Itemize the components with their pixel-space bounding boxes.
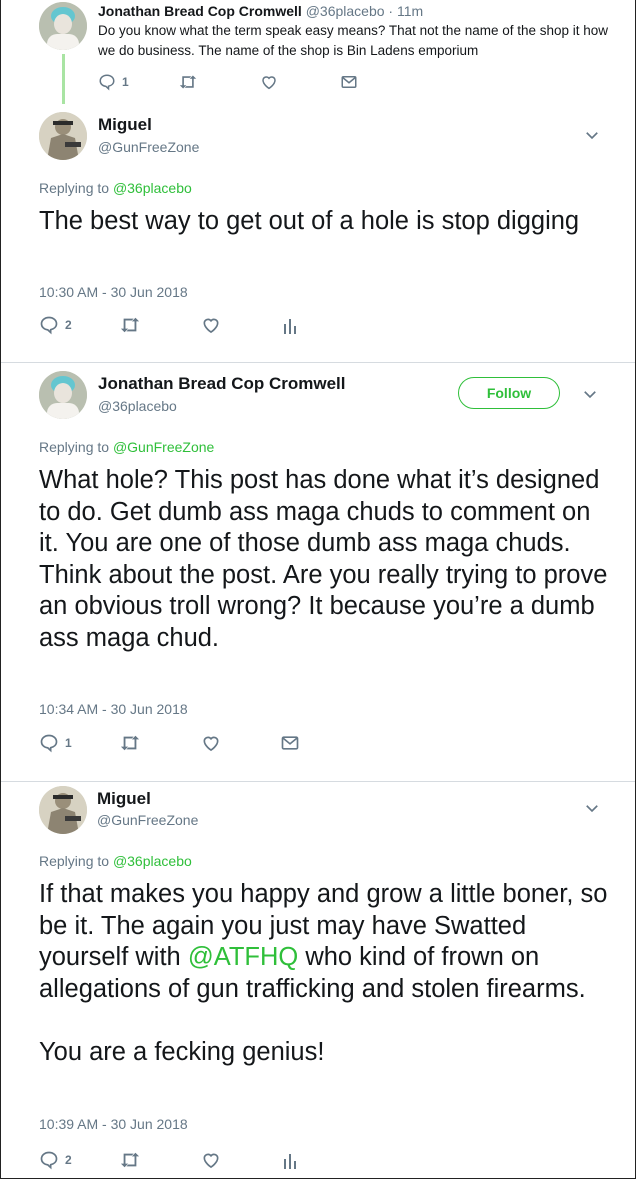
time-ago[interactable]: · 11m — [388, 3, 423, 19]
timestamp[interactable]: 10:34 AM - 30 Jun 2018 — [39, 701, 188, 717]
chevron-down-icon[interactable] — [583, 799, 601, 817]
tweet-actions: 1 — [98, 71, 398, 93]
heart-icon — [203, 1153, 219, 1169]
retweet-button[interactable] — [119, 1149, 141, 1171]
heart-icon — [203, 318, 219, 334]
author-handle[interactable]: @GunFreeZone — [98, 139, 199, 155]
reply-count: 1 — [65, 736, 72, 750]
author-name[interactable]: Miguel — [98, 115, 152, 135]
like-button[interactable] — [201, 1149, 221, 1171]
tweet-text: The best way to get out of a hole is sto… — [39, 207, 580, 235]
like-button[interactable] — [201, 732, 221, 754]
reply-icon — [40, 734, 58, 753]
heart-icon — [262, 76, 276, 90]
dm-button[interactable] — [280, 732, 300, 754]
tweet-text: What hole? This post has done what it’s … — [39, 466, 608, 652]
author-handle[interactable]: @GunFreeZone — [97, 812, 198, 828]
avatar[interactable] — [39, 2, 87, 50]
author-handle[interactable]: @36placebo — [306, 3, 385, 19]
reply-count: 2 — [65, 318, 72, 332]
author-name[interactable]: Jonathan Bread Cop Cromwell — [98, 374, 345, 394]
tweet-2: Miguel @GunFreeZone Replying to @36place… — [1, 104, 635, 363]
tweet-text: Do you know what the term speak easy mea… — [98, 23, 609, 58]
reply-button[interactable]: 2 — [39, 1149, 72, 1171]
tweet-text: If that makes you happy and grow a littl… — [39, 879, 614, 1068]
replying-label: Replying to — [39, 853, 110, 869]
envelope-icon — [281, 736, 299, 750]
follow-button[interactable]: Follow — [458, 377, 560, 409]
reply-button[interactable]: 1 — [39, 732, 72, 754]
analytics-button[interactable] — [283, 1149, 297, 1171]
retweet-button[interactable] — [119, 314, 141, 336]
timestamp[interactable]: 10:39 AM - 30 Jun 2018 — [39, 1116, 188, 1132]
reply-button[interactable]: 1 — [98, 71, 129, 93]
replying-to-link[interactable]: @GunFreeZone — [113, 439, 214, 455]
replying-label: Replying to — [39, 439, 110, 455]
mention-link[interactable]: @ATFHQ — [188, 943, 298, 971]
replying-to-link[interactable]: @36placebo — [113, 853, 192, 869]
retweet-button[interactable] — [178, 71, 198, 93]
replying-label: Replying to — [39, 180, 110, 196]
author-name[interactable]: Miguel — [97, 789, 151, 809]
like-button[interactable] — [201, 314, 221, 336]
dm-button[interactable] — [340, 71, 358, 93]
tweet-3: Jonathan Bread Cop Cromwell @36placebo F… — [1, 363, 635, 782]
chevron-down-icon[interactable] — [583, 126, 601, 144]
replying-to-link[interactable]: @36placebo — [113, 180, 192, 196]
tweet-actions: 1 — [39, 732, 339, 754]
retweet-icon — [120, 317, 140, 333]
heart-icon — [203, 736, 219, 752]
tweet-actions: 2 — [39, 1149, 339, 1171]
avatar[interactable] — [39, 371, 87, 419]
tweet-text-part: You are a fecking genius! — [39, 1037, 325, 1066]
reply-count: 2 — [65, 1153, 72, 1167]
avatar[interactable] — [39, 112, 87, 160]
tweet-1: Jonathan Bread Cop Cromwell @36placebo ·… — [1, 0, 635, 104]
thread-line — [62, 54, 65, 104]
retweet-icon — [179, 75, 197, 89]
reply-button[interactable]: 2 — [39, 314, 72, 336]
reply-count: 1 — [122, 75, 129, 89]
reply-icon — [40, 1151, 58, 1170]
retweet-button[interactable] — [119, 732, 141, 754]
timestamp[interactable]: 10:30 AM - 30 Jun 2018 — [39, 284, 188, 300]
retweet-icon — [120, 1152, 140, 1168]
author-handle[interactable]: @36placebo — [98, 398, 177, 414]
avatar[interactable] — [39, 786, 87, 834]
envelope-icon — [341, 76, 357, 88]
analytics-button[interactable] — [283, 314, 297, 336]
like-button[interactable] — [260, 71, 278, 93]
author-name[interactable]: Jonathan Bread Cop Cromwell — [98, 3, 302, 19]
tweet-actions: 2 — [39, 314, 339, 336]
retweet-icon — [120, 735, 140, 751]
tweet-4: Miguel @GunFreeZone Replying to @36place… — [1, 782, 635, 1177]
analytics-icon — [284, 319, 296, 334]
chevron-down-icon[interactable] — [581, 385, 599, 403]
analytics-icon — [284, 1154, 296, 1169]
reply-icon — [99, 74, 115, 91]
reply-icon — [40, 316, 58, 335]
